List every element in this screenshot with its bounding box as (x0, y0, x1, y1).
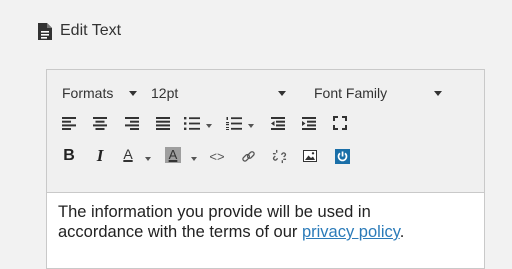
power-icon (334, 148, 350, 164)
editor-header: Edit Text (38, 20, 121, 42)
content-line-1: The information you provide will be used… (58, 203, 371, 221)
toolbar-row-2 (47, 109, 484, 137)
content-line-2-text: accordance with the terms of our (58, 223, 302, 241)
outdent-icon (271, 116, 285, 130)
bold-button[interactable]: B (57, 144, 81, 168)
editor-title: Edit Text (60, 22, 122, 39)
chevron-down-icon (145, 157, 151, 161)
link-icon (241, 150, 255, 162)
background-color-button[interactable]: A (161, 144, 203, 168)
chevron-down-icon (248, 124, 254, 128)
numbered-list-button[interactable] (223, 111, 255, 135)
bullet-list-icon (184, 116, 200, 130)
background-color-icon: A (165, 147, 181, 163)
toolbar-row-3: B I A A <> (47, 142, 484, 170)
formats-dropdown[interactable]: Formats (59, 79, 139, 107)
unlink-icon (272, 149, 286, 163)
align-right-icon (125, 116, 139, 130)
formats-label: Formats (62, 85, 114, 101)
chevron-down-icon (129, 91, 137, 96)
insert-image-button[interactable] (298, 144, 322, 168)
insert-link-button[interactable] (236, 144, 260, 168)
align-center-button[interactable] (88, 111, 112, 135)
indent-icon (302, 116, 316, 130)
editor-content[interactable]: The information you provide will be used… (58, 202, 478, 242)
font-family-dropdown[interactable]: Font Family (309, 79, 449, 107)
align-right-button[interactable] (120, 111, 144, 135)
content-period: . (399, 223, 405, 241)
align-center-icon (93, 116, 107, 130)
font-family-label: Font Family (314, 85, 388, 101)
fullscreen-button[interactable] (328, 111, 352, 135)
power-button[interactable] (330, 144, 354, 168)
outdent-button[interactable] (266, 111, 290, 135)
fullscreen-icon (333, 116, 347, 130)
align-justify-button[interactable] (151, 111, 175, 135)
italic-icon: I (96, 146, 104, 165)
chevron-down-icon (278, 91, 286, 96)
source-code-icon: <> (209, 148, 225, 164)
indent-button[interactable] (297, 111, 321, 135)
source-code-button[interactable]: <> (205, 144, 229, 168)
document-icon (38, 22, 52, 40)
text-color-button[interactable]: A (117, 144, 157, 168)
numbered-list-icon (226, 116, 242, 130)
chevron-down-icon (191, 157, 197, 161)
align-left-button[interactable] (57, 111, 81, 135)
rich-text-editor: Formats 12pt Font Family B I A A <> The … (46, 69, 485, 269)
toolbar-row-1: Formats 12pt Font Family (47, 79, 484, 107)
text-color-icon: A (123, 146, 133, 162)
align-justify-icon (156, 116, 170, 130)
image-icon (303, 150, 317, 162)
align-left-icon (62, 116, 76, 130)
editor-toolbar: Formats 12pt Font Family B I A A <> (47, 70, 484, 193)
bullet-list-button[interactable] (181, 111, 213, 135)
privacy-policy-link[interactable]: privacy policy (302, 223, 400, 241)
bold-icon: B (63, 147, 75, 164)
content-line-2: accordance with the terms of our privacy… (58, 222, 478, 242)
font-size-dropdown[interactable]: 12pt (149, 79, 289, 107)
chevron-down-icon (206, 124, 212, 128)
chevron-down-icon (434, 91, 442, 96)
italic-button[interactable]: I (88, 144, 112, 168)
font-size-value: 12pt (151, 85, 179, 101)
remove-link-button[interactable] (267, 144, 291, 168)
